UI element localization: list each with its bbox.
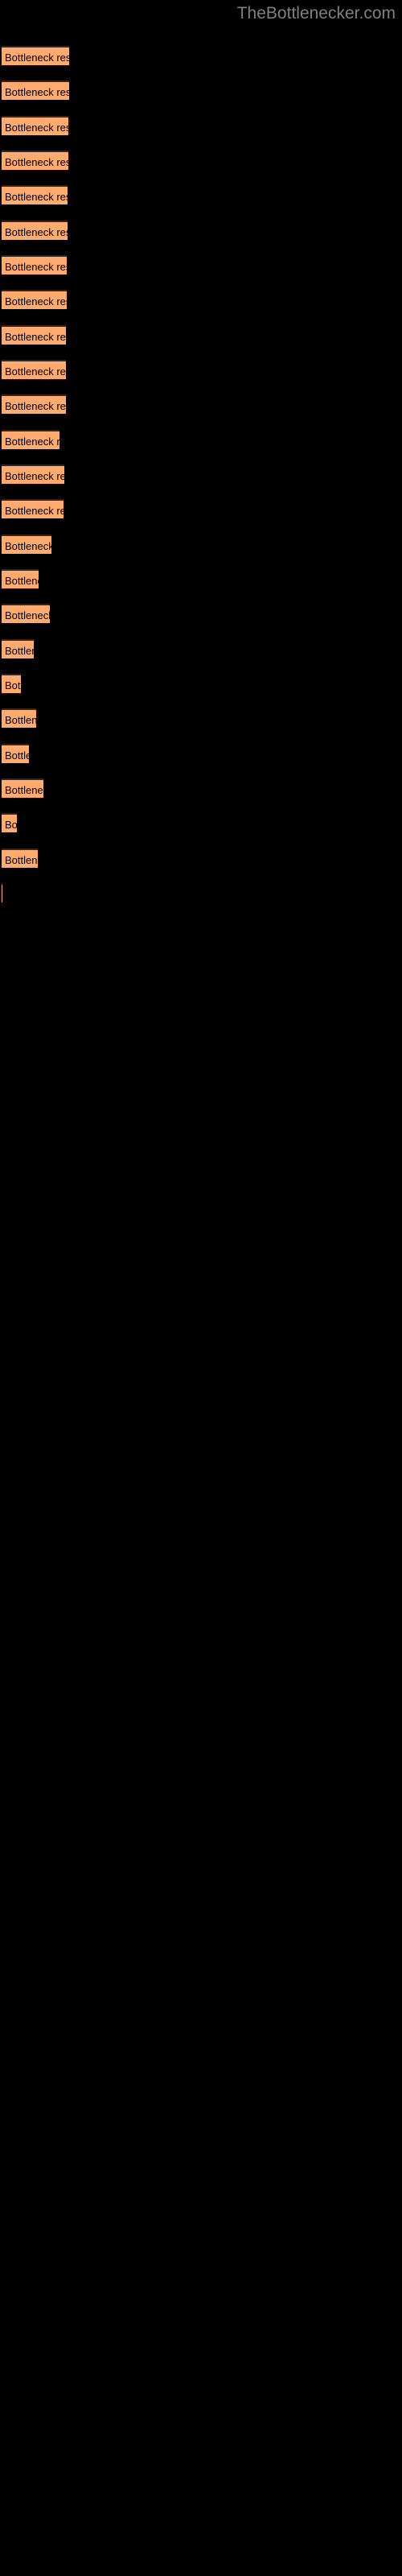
bar: Bottleneck result [2,499,64,518]
bar-label: Bottleneck result [5,609,50,621]
bar: Bottleneck result [2,604,50,623]
page-root: TheBottlenecker.com Bottleneck resultBot… [0,0,402,2576]
bar-label: Bottleneck result [5,784,43,796]
bar-label: Bottleneck result [5,122,68,134]
bar-label: Bottleneck result [5,156,68,168]
bar: Bottleneck result [2,848,38,868]
bar-label: Bottleneck result [5,226,68,238]
bar-label: Bottleneck result [5,714,36,726]
bar: Bottleneck result [2,80,69,100]
bar-label: Bottleneck result [5,854,38,866]
bar: Bottleneck result [2,569,39,588]
bar-label: Bottleneck result [5,645,34,657]
bar-label: Bottleneck result [5,470,64,482]
bar: Bottleneck result [2,221,68,240]
bar: Bottleneck result [2,535,51,554]
bar-label: Bottleneck result [5,295,67,308]
bar-label: Bottleneck result [5,86,69,98]
bar-label: Bottleneck result [5,679,21,691]
bar: Bottleneck result [2,464,64,484]
bottleneck-bar-chart: Bottleneck result Bottleneck result Bottle… [0,0,402,2576]
bar: Bottleneck result [2,185,68,204]
bar: Bottleneck result [2,116,68,135]
bar: Bottleneck result [2,639,34,658]
bar: Bottleneck result [2,360,66,379]
bar: Bottleneck result [2,325,66,345]
bar: Bottleneck result [2,394,66,414]
bar-label: Bottleneck result [5,331,66,343]
bar-label: Bottleneck result [5,261,67,273]
bar-label: Bottleneck result [5,540,51,552]
bar: Bottleneck result [2,46,69,65]
bar-label: Bottleneck result [5,749,29,762]
bar-label: Bottleneck result [5,400,66,412]
bar: Bottleneck result [2,151,68,170]
bar-label: Bottleneck result [5,52,69,64]
bar-label: Bottleneck result [5,365,66,378]
bar-label: Bottleneck result [5,505,64,517]
bar-label: Bottleneck result [5,575,39,587]
bar: Bottleneck result [2,813,17,832]
bar: Bottleneck result [2,255,67,275]
bar-label: Bottleneck result [5,819,17,831]
bar: Bottleneck result [2,778,43,798]
bar: Bottleneck result [2,290,67,309]
bar: Bottleneck result [2,708,36,728]
bar: Bottleneck result [2,744,29,763]
bar: Bottleneck result [2,430,59,449]
bar-label: Bottleneck result [5,436,59,448]
bar-label: Bottleneck result [5,191,68,203]
bar: Bottleneck result [2,674,21,693]
